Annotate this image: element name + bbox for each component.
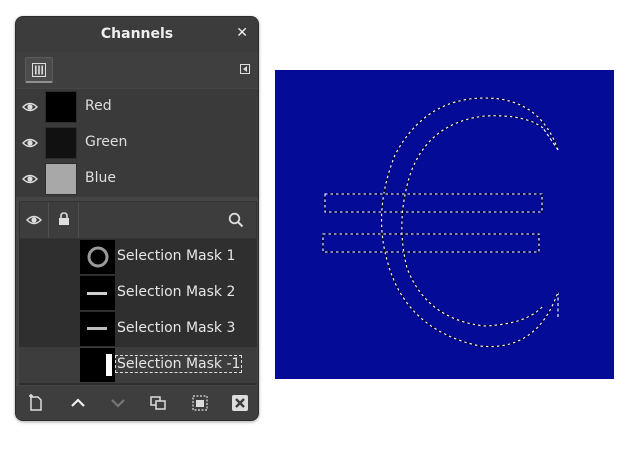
lower-channel-icon bbox=[111, 399, 125, 408]
mask-label: Selection Mask 1 bbox=[117, 248, 236, 264]
mask-label: Selection Mask 3 bbox=[117, 320, 236, 336]
mask-thumbnail bbox=[80, 276, 115, 310]
mask-thumbnail bbox=[80, 348, 115, 382]
channels-dialog: Channels ✕ Red Green Blue Selection Mask… bbox=[15, 16, 259, 421]
mask-thumbnail bbox=[80, 312, 115, 346]
channel-label: Blue bbox=[85, 170, 116, 186]
channel-to-selection-icon[interactable] bbox=[190, 393, 210, 413]
lock-icon bbox=[59, 212, 69, 225]
list-item[interactable]: Selection Mask 3 bbox=[19, 311, 257, 347]
search-icon[interactable] bbox=[228, 212, 244, 228]
mask-list-header bbox=[19, 201, 257, 239]
dialog-titlebar[interactable]: Channels ✕ bbox=[16, 17, 258, 52]
list-item[interactable]: Selection Mask -1 bbox=[19, 347, 257, 383]
duplicate-channel-icon[interactable] bbox=[148, 393, 168, 413]
channel-thumbnail bbox=[45, 163, 77, 195]
dock-tab-strip bbox=[16, 52, 258, 88]
channels-tab-icon bbox=[32, 63, 46, 77]
eye-icon bbox=[26, 215, 42, 225]
eye-icon[interactable] bbox=[22, 136, 38, 150]
eye-icon[interactable] bbox=[22, 172, 38, 186]
new-channel-icon[interactable] bbox=[26, 393, 46, 413]
channel-row-blue[interactable]: Blue bbox=[16, 161, 258, 197]
channel-actions-toolbar bbox=[16, 386, 258, 420]
close-button[interactable]: ✕ bbox=[236, 25, 248, 41]
channel-thumbnail bbox=[45, 127, 77, 159]
channel-list: Red Green Blue bbox=[16, 89, 258, 197]
list-item[interactable]: Selection Mask 1 bbox=[19, 239, 257, 275]
tab-menu-icon[interactable] bbox=[240, 64, 250, 74]
mask-label: Selection Mask 2 bbox=[117, 284, 236, 300]
channel-label: Red bbox=[85, 98, 112, 114]
mask-thumbnail bbox=[80, 240, 115, 274]
dialog-title: Channels bbox=[100, 26, 174, 42]
channel-label: Green bbox=[85, 134, 128, 150]
delete-channel-icon[interactable] bbox=[230, 393, 250, 413]
raise-channel-icon[interactable] bbox=[68, 393, 88, 413]
list-item[interactable]: Selection Mask 2 bbox=[19, 275, 257, 311]
eye-icon[interactable] bbox=[22, 100, 38, 114]
channels-tab[interactable] bbox=[25, 57, 53, 83]
channel-row-red[interactable]: Red bbox=[16, 89, 258, 125]
mask-name-editor[interactable]: Selection Mask -1 bbox=[115, 355, 243, 373]
channel-row-green[interactable]: Green bbox=[16, 125, 258, 161]
lock-column[interactable] bbox=[49, 202, 79, 238]
image-canvas[interactable] bbox=[275, 70, 614, 379]
visibility-column[interactable] bbox=[20, 202, 49, 238]
euro-selection-outline bbox=[322, 97, 559, 348]
selection-mask-list: Selection Mask 1 Selection Mask 2 Select… bbox=[19, 239, 257, 385]
channel-thumbnail bbox=[45, 91, 77, 123]
